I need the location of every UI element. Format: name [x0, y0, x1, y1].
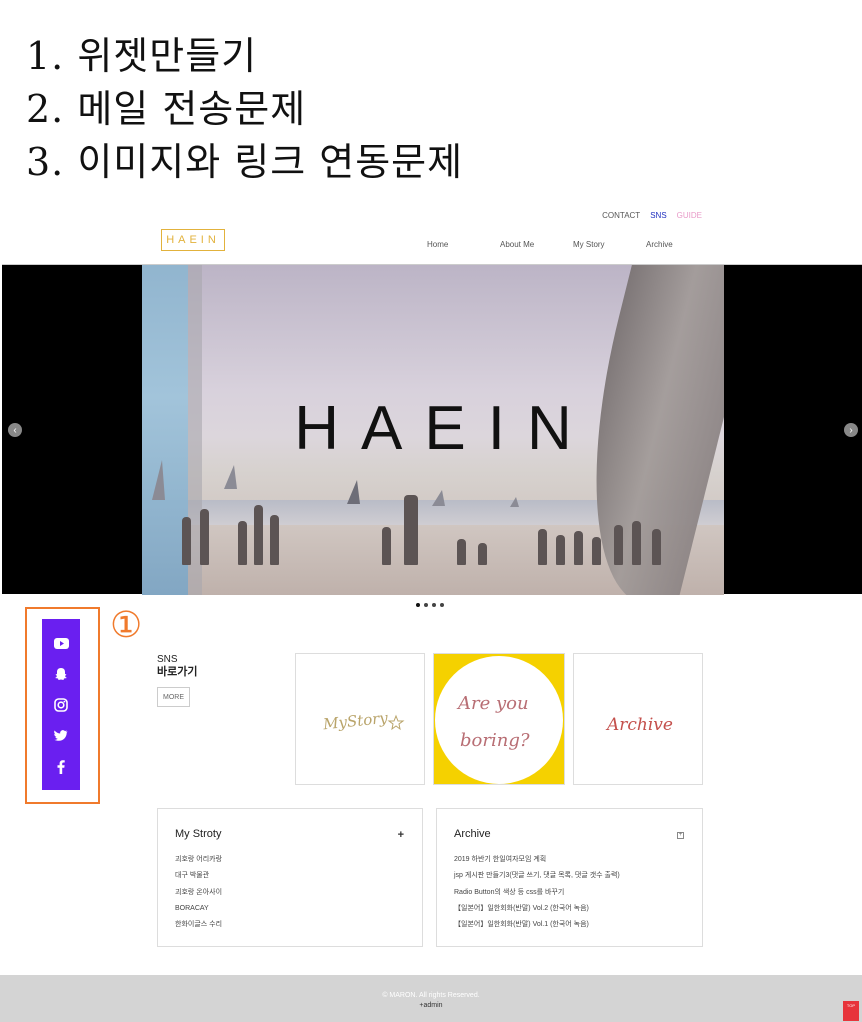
nav-home[interactable]: Home: [427, 240, 448, 249]
site-logo[interactable]: HAEIN: [161, 229, 225, 251]
list-item[interactable]: 괴호랑 온아사이: [175, 885, 222, 901]
top-label: TOP: [846, 1003, 856, 1008]
list-item[interactable]: BORACAY: [175, 901, 222, 917]
slider-dot-4[interactable]: [440, 603, 444, 607]
chevron-left-icon: ‹: [13, 424, 17, 436]
hero-slider: HAEIN ‹ ›: [2, 264, 862, 595]
sns-subtitle: 바로가기: [157, 666, 198, 678]
card2-text-1: Are you: [456, 693, 529, 714]
list-item[interactable]: 한화이글스 수리: [175, 917, 222, 933]
snapchat-icon[interactable]: [52, 664, 70, 684]
copyright: © MARON. All rights Reserved.: [382, 992, 480, 999]
plus-icon[interactable]: +: [398, 829, 404, 841]
archive-card-text: Archive: [605, 715, 673, 735]
my-story-box: My Stroty + 괴호랑 어리카랑 대구 박물관 괴호랑 온아사이 BOR…: [157, 808, 423, 947]
list-item[interactable]: jsp 게시판 만들기3(댓글 쓰기, 댓글 목록, 댓글 갯수 출력): [454, 868, 620, 884]
youtube-icon[interactable]: [52, 633, 70, 653]
admin-link[interactable]: +admin: [0, 1001, 862, 1011]
plus-square-icon[interactable]: +: [677, 832, 684, 839]
list-item[interactable]: 괴호랑 어리카랑: [175, 852, 222, 868]
card2-text-2: boring?: [460, 730, 530, 751]
notes: 1. 위젯만들기 2. 메일 전송문제 3. 이미지와 링크 연동문제: [26, 30, 463, 189]
back-to-top-button[interactable]: TOP: [843, 1001, 859, 1021]
archive-box: Archive + 2019 하반기 한일여자모임 계획 jsp 게시판 만들기…: [436, 808, 703, 947]
nav-about-me[interactable]: About Me: [500, 240, 534, 249]
slider-pagination: [416, 603, 444, 607]
sns-heading: SNS 바로가기: [157, 654, 197, 678]
instagram-icon[interactable]: [52, 695, 70, 715]
twitter-icon[interactable]: [52, 726, 70, 746]
sns-widget-bar: [42, 619, 80, 790]
annotation-number: ①: [110, 605, 143, 646]
list-item[interactable]: 대구 박물관: [175, 868, 222, 884]
sns-link[interactable]: SNS: [650, 211, 666, 220]
note-3: 3. 이미지와 링크 연동문제: [26, 140, 464, 184]
nav-my-story[interactable]: My Story: [573, 240, 605, 249]
card-my-story[interactable]: MyStory: [295, 653, 425, 785]
slider-dot-2[interactable]: [424, 603, 428, 607]
my-story-artwork: MyStory: [321, 709, 405, 734]
more-button[interactable]: MORE: [157, 687, 190, 707]
slider-next-button[interactable]: ›: [844, 423, 858, 437]
nav-archive[interactable]: Archive: [646, 240, 673, 249]
archive-list: 2019 하반기 한일여자모임 계획 jsp 게시판 만들기3(댓글 쓰기, 댓…: [454, 852, 620, 933]
hero-image: HAEIN: [142, 265, 724, 595]
note-2: 2. 메일 전송문제: [26, 87, 307, 131]
card-are-you-boring[interactable]: Are you boring?: [433, 653, 565, 785]
contact-link[interactable]: CONTACT: [602, 211, 640, 220]
my-story-title[interactable]: My Stroty: [175, 828, 221, 840]
note-1: 1. 위젯만들기: [26, 34, 258, 78]
list-item[interactable]: 2019 하반기 한일여자모임 계획: [454, 852, 620, 868]
slider-dot-1[interactable]: [416, 603, 420, 607]
list-item[interactable]: 【일본어】일한회화(반말) Vol.1 (한국어 녹음): [454, 917, 620, 933]
card-archive[interactable]: Archive: [573, 653, 703, 785]
my-story-list: 괴호랑 어리카랑 대구 박물관 괴호랑 온아사이 BORACAY 한화이글스 수…: [175, 852, 222, 933]
archive-artwork: Archive: [605, 715, 673, 735]
list-item[interactable]: 【일본어】일한회화(반말) Vol.2 (한국어 녹음): [454, 901, 620, 917]
slider-prev-button[interactable]: ‹: [8, 423, 22, 437]
footer: © MARON. All rights Reserved. +admin: [0, 975, 862, 1022]
hero-title: HAEIN: [294, 394, 594, 463]
my-story-text: MyStory: [321, 709, 389, 734]
guide-link[interactable]: GUIDE: [677, 211, 702, 220]
archive-title[interactable]: Archive: [454, 828, 491, 840]
facebook-icon[interactable]: [52, 757, 70, 777]
are-you-boring-artwork: Are you boring?: [456, 693, 530, 751]
list-item[interactable]: Radio Button의 색상 등 css를 바꾸기: [454, 885, 620, 901]
sns-title: SNS: [157, 654, 178, 665]
top-links: CONTACT SNS GUIDE: [602, 211, 702, 220]
chevron-right-icon: ›: [849, 424, 853, 436]
slider-dot-3[interactable]: [432, 603, 436, 607]
